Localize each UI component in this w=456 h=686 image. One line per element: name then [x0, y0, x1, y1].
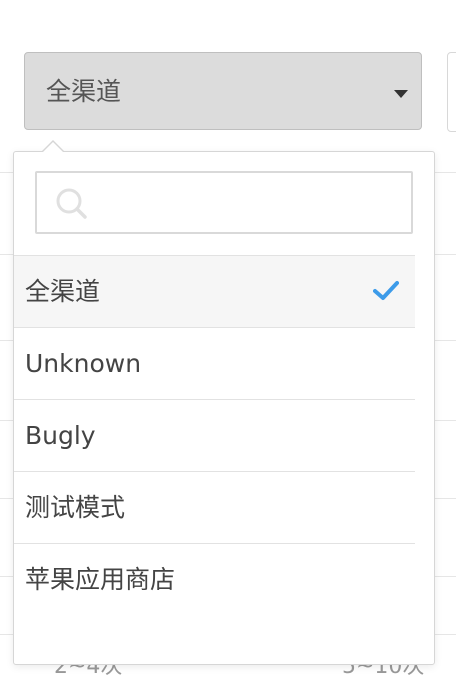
option-list: 全渠道 Unknown Bugly 测试模式 苹果应用商店 — [14, 255, 415, 615]
option-all-channels[interactable]: 全渠道 — [14, 255, 415, 327]
option-label: Bugly — [25, 421, 96, 450]
option-bugly[interactable]: Bugly — [14, 399, 415, 471]
option-label: Unknown — [25, 349, 142, 378]
channel-select[interactable]: 全渠道 — [24, 52, 422, 130]
channel-select-value: 全渠道 — [46, 77, 122, 106]
option-label: 测试模式 — [25, 493, 126, 522]
channel-dropdown: 全渠道 Unknown Bugly 测试模式 苹果应用商店 — [13, 140, 435, 665]
option-app-store[interactable]: 苹果应用商店 — [14, 543, 415, 615]
caret-down-icon — [394, 90, 408, 98]
dropdown-search-input[interactable] — [103, 181, 407, 226]
option-label: 苹果应用商店 — [25, 565, 176, 594]
option-unknown[interactable]: Unknown — [14, 327, 415, 399]
dropdown-search[interactable] — [35, 171, 413, 234]
option-label: 全渠道 — [25, 277, 101, 306]
adjacent-select[interactable] — [447, 52, 456, 132]
option-test-mode[interactable]: 测试模式 — [14, 471, 415, 543]
dropdown-notch-inner — [42, 142, 64, 153]
search-icon — [56, 188, 87, 219]
check-icon — [373, 281, 399, 300]
